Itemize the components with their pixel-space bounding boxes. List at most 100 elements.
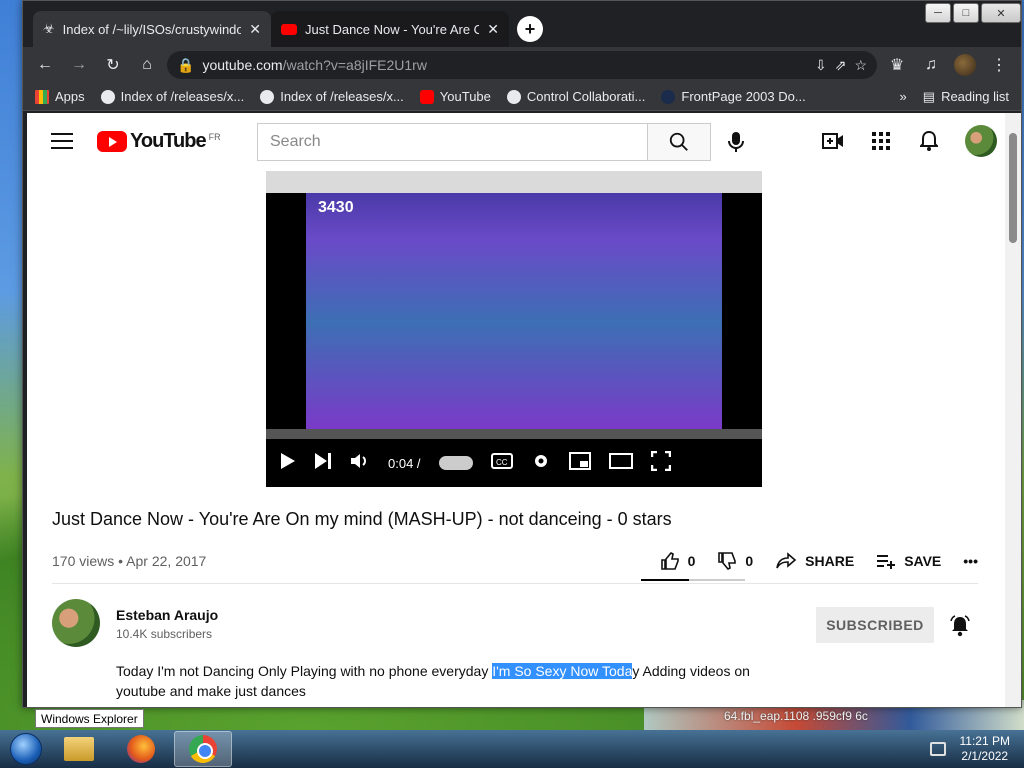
reload-icon[interactable]: ↻ (99, 51, 127, 79)
fullscreen-icon[interactable] (650, 450, 671, 476)
bell-ring-icon (950, 615, 970, 637)
star-icon[interactable]: ☆ (854, 57, 867, 74)
apps-grid-icon (35, 89, 49, 104)
bookmark-frontpage[interactable]: FrontPage 2003 Do... (661, 89, 806, 104)
youtube-logo[interactable]: YouTube FR (97, 130, 221, 153)
reading-list-icon: ▤ (922, 88, 936, 104)
desktop-text: 64.fbl_eap.1108 .959cf9 6c (724, 709, 868, 723)
svg-text:CC: CC (496, 458, 508, 467)
share-icon[interactable]: ⇗ (835, 57, 847, 74)
play-icon[interactable] (280, 452, 296, 475)
next-icon[interactable] (314, 452, 332, 475)
tab-index-of-lily[interactable]: ☣ Index of /~lily/ISOs/crustywindo ✕ (33, 11, 271, 47)
divider (52, 583, 978, 584)
video-title: Just Dance Now - You're Are On my mind (… (52, 509, 672, 529)
voice-search-button[interactable] (727, 131, 745, 158)
thumbs-down-icon (718, 552, 737, 570)
media-control-icon[interactable]: ♫ (917, 51, 945, 79)
menu-dots-icon[interactable]: ⋮ (985, 51, 1013, 79)
subscriber-count: 10.4K subscribers (116, 627, 213, 641)
miniplayer-icon[interactable] (568, 451, 591, 475)
player-controls: 0:04 / CC (266, 439, 762, 487)
like-button[interactable]: 0 (660, 551, 695, 571)
video-description: Today I'm not Dancing Only Playing with … (116, 663, 750, 699)
more-actions-button[interactable]: ••• (963, 553, 978, 569)
menu-icon[interactable] (51, 133, 73, 149)
youtube-icon (281, 23, 297, 35)
tab-strip: ☣ Index of /~lily/ISOs/crustywindo ✕ Jus… (33, 11, 543, 47)
save-button[interactable]: SAVE (876, 553, 941, 569)
maximize-button[interactable]: □ (953, 3, 979, 23)
more-bookmarks-button[interactable]: » (900, 89, 907, 104)
volume-icon[interactable] (350, 452, 370, 475)
autoplay-toggle[interactable] (438, 456, 473, 470)
video-meta-row: 170 views • Apr 22, 2017 0 0 SHARE SAVE (52, 543, 978, 579)
back-icon[interactable]: ← (31, 51, 59, 79)
taskbar-firefox[interactable] (112, 731, 170, 767)
apps-grid-icon[interactable] (869, 129, 893, 153)
theater-mode-icon[interactable] (608, 452, 633, 474)
youtube-header: YouTube FR (27, 113, 1005, 169)
start-button[interactable] (6, 730, 46, 768)
bookmark-index-2[interactable]: Index of /releases/x... (260, 89, 404, 104)
notification-bell-button[interactable] (950, 615, 970, 642)
close-icon[interactable]: ✕ (249, 21, 261, 38)
browser-toolbar: ← → ↻ ⌂ 🔒 youtube.com/watch?v=a8jIFE2U1r… (23, 47, 1021, 83)
bookmarks-bar: Apps Index of /releases/x... Index of /r… (23, 83, 1021, 111)
tab-just-dance[interactable]: Just Dance Now - You're Are On ✕ (271, 11, 509, 47)
time-display: 0:04 / (388, 455, 421, 471)
subscribed-button[interactable]: SUBSCRIBED (816, 607, 934, 643)
close-icon[interactable]: ✕ (487, 21, 499, 38)
window-controls: ─ □ ✕ (923, 3, 1021, 23)
globe-icon (260, 89, 275, 104)
bookmark-apps[interactable]: Apps (35, 89, 85, 104)
minimize-button[interactable]: ─ (925, 3, 951, 23)
system-tray: 11:21 PM 2/1/2022 (929, 734, 1010, 764)
windows-taskbar: 11:21 PM 2/1/2022 (0, 730, 1024, 768)
windows-logo-icon (10, 733, 42, 765)
lock-icon: 🔒 (177, 56, 195, 73)
share-button[interactable]: SHARE (775, 552, 854, 570)
youtube-icon (419, 89, 434, 104)
youtube-page: YouTube FR Search 3430 0:04 / CC Just Da… (27, 113, 1005, 707)
create-video-icon[interactable] (821, 129, 845, 153)
youtube-play-icon (97, 130, 127, 152)
video-brand-text: 3430 (318, 199, 354, 216)
new-tab-button[interactable]: + (517, 16, 543, 42)
like-ratio-bar (641, 579, 745, 581)
dislike-button[interactable]: 0 (717, 551, 753, 571)
globe-icon (100, 89, 115, 104)
forward-icon[interactable]: → (65, 51, 93, 79)
network-icon[interactable] (929, 742, 946, 756)
scrollbar-thumb[interactable] (1009, 133, 1017, 243)
video-player[interactable]: 3430 0:04 / CC (266, 171, 762, 487)
extensions-icon[interactable]: ♛ (883, 51, 911, 79)
video-inner-taskbar (266, 429, 762, 439)
bookmark-index-1[interactable]: Index of /releases/x... (100, 89, 244, 104)
close-window-button[interactable]: ✕ (981, 3, 1021, 23)
taskbar-chrome[interactable] (174, 731, 232, 767)
page-icon: ☣ (43, 21, 55, 36)
page-scrollbar[interactable] (1005, 113, 1021, 707)
bookmark-youtube[interactable]: YouTube (419, 89, 491, 104)
account-avatar[interactable] (965, 125, 997, 157)
search-input[interactable] (257, 123, 647, 161)
address-bar[interactable]: 🔒 youtube.com/watch?v=a8jIFE2U1rw ⇩ ⇗ ☆ (167, 51, 877, 79)
install-icon[interactable]: ⇩ (815, 57, 827, 74)
video-frame: 3430 (266, 171, 762, 439)
chrome-icon (189, 735, 217, 763)
profile-avatar[interactable] (951, 51, 979, 79)
captions-icon[interactable]: CC (490, 452, 513, 474)
search-button[interactable] (647, 123, 711, 161)
reading-list-button[interactable]: ▤ Reading list (923, 89, 1009, 105)
notifications-bell-icon[interactable] (917, 129, 941, 153)
channel-avatar[interactable] (52, 599, 100, 647)
bookmark-control-collab[interactable]: Control Collaborati... (506, 89, 645, 104)
channel-name[interactable]: Esteban Araujo (116, 607, 218, 623)
folder-icon (64, 737, 94, 761)
browser-window: ─ □ ✕ ☣ Index of /~lily/ISOs/crustywindo… (22, 0, 1022, 708)
system-clock[interactable]: 11:21 PM 2/1/2022 (960, 734, 1010, 764)
home-icon[interactable]: ⌂ (133, 51, 161, 79)
settings-gear-icon[interactable] (531, 451, 551, 476)
taskbar-windows-explorer[interactable] (50, 731, 108, 767)
